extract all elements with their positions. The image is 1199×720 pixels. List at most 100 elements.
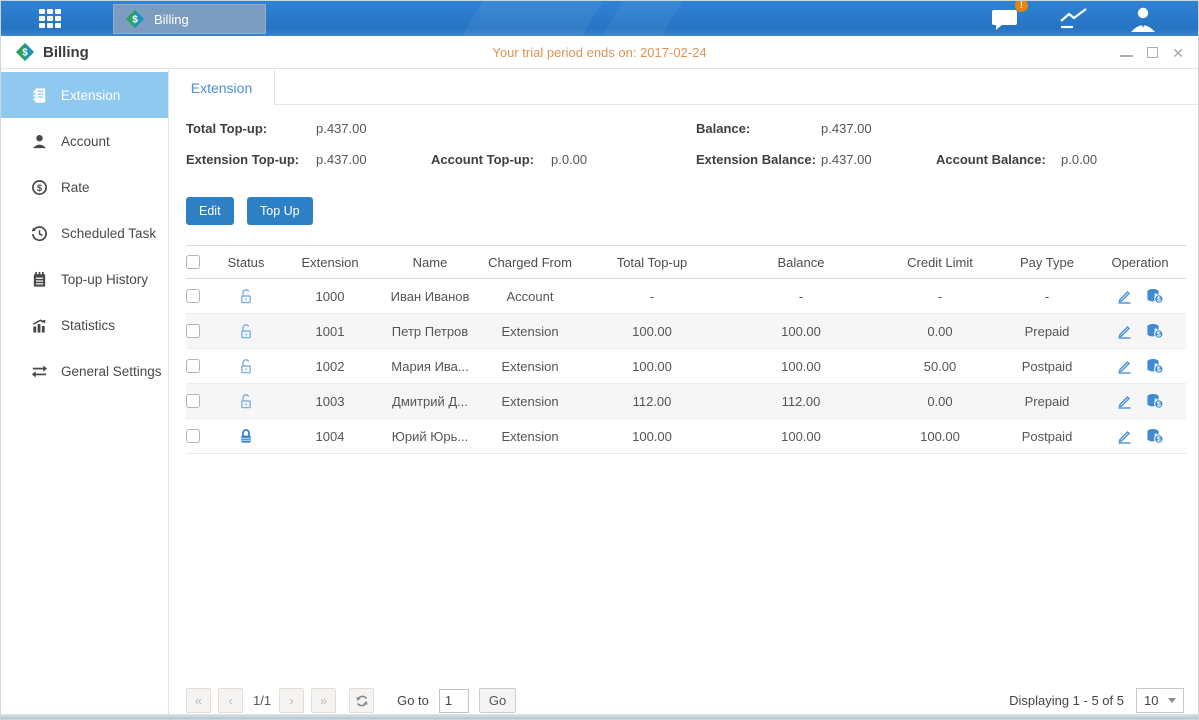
col-operation: Operation xyxy=(1094,255,1186,270)
goto-page-input[interactable] xyxy=(439,689,469,713)
edit-row-icon[interactable] xyxy=(1116,428,1132,444)
cell-total-topup: 100.00 xyxy=(582,359,722,374)
close-button[interactable]: ✕ xyxy=(1172,46,1184,60)
billing-diamond-icon: $ xyxy=(15,42,35,62)
topup-row-icon[interactable]: $ xyxy=(1146,323,1164,339)
extension-balance-value: p.437.00 xyxy=(821,152,872,167)
topbar-tab-label: Billing xyxy=(154,12,189,27)
table-row: 1004 Юрий Юрь... Extension 100.00 100.00… xyxy=(186,419,1186,454)
top-up-button[interactable]: Top Up xyxy=(247,197,313,225)
balance-label: Balance: xyxy=(696,121,750,136)
cell-extension: 1003 xyxy=(278,394,382,409)
cell-pay-type: Postpaid xyxy=(1000,359,1094,374)
messages-icon[interactable]: ! xyxy=(990,6,1020,32)
title-bar: $ Billing Your trial period ends on: 201… xyxy=(1,36,1198,69)
svg-text:$: $ xyxy=(1157,437,1161,444)
sidebar-item-label: Scheduled Task xyxy=(61,226,156,241)
tab-extension[interactable]: Extension xyxy=(169,70,275,105)
edit-row-icon[interactable] xyxy=(1116,393,1132,409)
cell-name: Петр Петров xyxy=(382,324,478,339)
maximize-button[interactable] xyxy=(1147,47,1158,58)
table-row: 1000 Иван Иванов Account - - - - $ xyxy=(186,279,1186,314)
topbar-decor xyxy=(594,1,689,36)
app-grid-icon[interactable] xyxy=(39,9,69,29)
cell-balance: - xyxy=(722,289,880,304)
table-row: 1001 Петр Петров Extension 100.00 100.00… xyxy=(186,314,1186,349)
cell-balance: 100.00 xyxy=(722,429,880,444)
sidebar-item-rate[interactable]: $ Rate xyxy=(1,164,168,210)
col-charged-from: Charged From xyxy=(478,255,582,270)
table-header-row: Status Extension Name Charged From Total… xyxy=(186,246,1186,279)
statistics-chart-icon[interactable] xyxy=(1058,7,1090,31)
sidebar-item-label: Extension xyxy=(61,88,120,103)
status-unlocked-icon xyxy=(238,288,254,305)
svg-text:$: $ xyxy=(132,15,138,26)
sidebar-item-account[interactable]: Account xyxy=(1,118,168,164)
cell-credit-limit: 0.00 xyxy=(880,394,1000,409)
edit-row-icon[interactable] xyxy=(1116,288,1132,304)
account-topup-value: p.0.00 xyxy=(551,152,587,167)
row-checkbox[interactable] xyxy=(186,359,200,373)
account-balance-label: Account Balance: xyxy=(936,152,1046,167)
window-title: Billing xyxy=(43,44,89,61)
edit-row-icon[interactable] xyxy=(1116,358,1132,374)
topup-row-icon[interactable]: $ xyxy=(1146,428,1164,444)
topup-row-icon[interactable]: $ xyxy=(1146,393,1164,409)
cell-pay-type: Prepaid xyxy=(1000,324,1094,339)
row-checkbox[interactable] xyxy=(186,429,200,443)
last-page-button[interactable]: » xyxy=(311,688,336,713)
extension-topup-label: Extension Top-up: xyxy=(186,152,299,167)
table-row: 1003 Дмитрий Д... Extension 112.00 112.0… xyxy=(186,384,1186,419)
cell-extension: 1000 xyxy=(278,289,382,304)
page-size-select[interactable]: 10 xyxy=(1136,688,1184,713)
sidebar-item-label: Rate xyxy=(61,180,90,195)
cell-extension: 1001 xyxy=(278,324,382,339)
general-settings-icon xyxy=(31,363,48,380)
sidebar-item-statistics[interactable]: Statistics xyxy=(1,302,168,348)
balance-summary: Total Top-up: p.437.00 Balance: p.437.00… xyxy=(169,105,1198,185)
minimize-button[interactable] xyxy=(1120,55,1133,57)
cell-name: Иван Иванов xyxy=(382,289,478,304)
prev-page-button[interactable]: ‹ xyxy=(218,688,243,713)
cell-total-topup: 100.00 xyxy=(582,324,722,339)
cell-total-topup: 100.00 xyxy=(582,429,722,444)
cell-credit-limit: 0.00 xyxy=(880,324,1000,339)
user-icon[interactable] xyxy=(1128,5,1158,33)
sidebar-item-scheduled-task[interactable]: Scheduled Task xyxy=(1,210,168,256)
status-unlocked-icon xyxy=(238,393,254,410)
sidebar-item-general-settings[interactable]: General Settings xyxy=(1,348,168,394)
cell-charged-from: Account xyxy=(478,289,582,304)
status-unlocked-icon xyxy=(238,358,254,375)
refresh-button[interactable] xyxy=(349,688,374,713)
cell-pay-type: Postpaid xyxy=(1000,429,1094,444)
select-all-checkbox[interactable] xyxy=(186,255,200,269)
cell-credit-limit: 50.00 xyxy=(880,359,1000,374)
sidebar-item-topup-history[interactable]: Top-up History xyxy=(1,256,168,302)
cell-name: Мария Ива... xyxy=(382,359,478,374)
go-button[interactable]: Go xyxy=(479,688,516,713)
sidebar-item-extension[interactable]: Extension xyxy=(1,72,168,118)
topbar-decor xyxy=(454,1,609,36)
topbar-tab-billing[interactable]: $ Billing xyxy=(113,4,266,34)
statistics-icon xyxy=(31,317,48,334)
account-topup-label: Account Top-up: xyxy=(431,152,534,167)
page-indicator: 1/1 xyxy=(253,693,271,708)
row-checkbox[interactable] xyxy=(186,289,200,303)
scheduled-task-icon xyxy=(31,225,48,242)
first-page-button[interactable]: « xyxy=(186,688,211,713)
page-size-value: 10 xyxy=(1144,693,1158,708)
cell-credit-limit: 100.00 xyxy=(880,429,1000,444)
edit-row-icon[interactable] xyxy=(1116,323,1132,339)
edit-button[interactable]: Edit xyxy=(186,197,234,225)
displaying-text: Displaying 1 - 5 of 5 xyxy=(1009,693,1124,708)
row-checkbox[interactable] xyxy=(186,394,200,408)
row-checkbox[interactable] xyxy=(186,324,200,338)
total-topup-label: Total Top-up: xyxy=(186,121,267,136)
goto-label: Go to xyxy=(397,693,429,708)
next-page-button[interactable]: › xyxy=(279,688,304,713)
topup-row-icon[interactable]: $ xyxy=(1146,288,1164,304)
topup-row-icon[interactable]: $ xyxy=(1146,358,1164,374)
total-topup-value: p.437.00 xyxy=(316,121,367,136)
cell-total-topup: 112.00 xyxy=(582,394,722,409)
extension-balance-label: Extension Balance: xyxy=(696,152,816,167)
